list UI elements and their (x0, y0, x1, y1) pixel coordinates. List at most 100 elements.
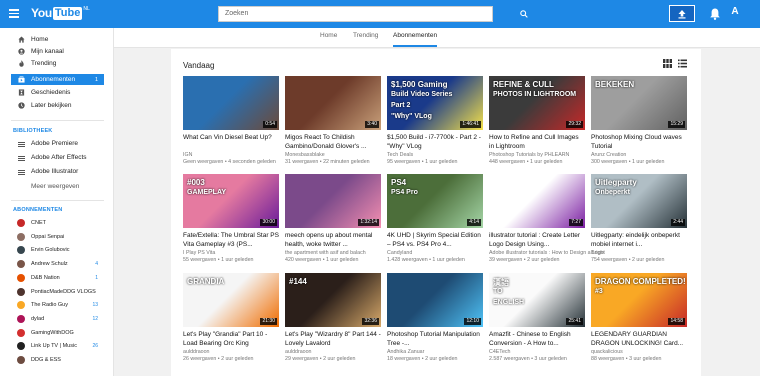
video-thumbnail[interactable]: #003 GAMEPLAY 30:00 (183, 174, 279, 228)
sidebar-item-watch-later[interactable]: Later bekijken (0, 100, 104, 111)
subscription-label: D&B Nation (31, 274, 60, 281)
video-thumbnail[interactable]: 0:54 (183, 76, 279, 130)
video-card[interactable]: BEKEKEN 15:29 Photoshop Mixing Cloud waves… (591, 76, 687, 176)
video-thumbnail[interactable]: 漢語 TO ENGLISH 25:41 (489, 273, 585, 327)
video-title[interactable]: 4K UHD | Skyrim Special Edition – PS4 vs… (387, 232, 483, 249)
upload-button[interactable] (669, 5, 695, 22)
video-channel[interactable]: Monesbassblake (285, 152, 325, 158)
video-channel[interactable]: IGN (183, 152, 192, 158)
video-card[interactable]: PS4 PS4 Pro 4:14 4K UHD | Skyrim Special Ed… (387, 174, 483, 274)
sidebar-item-trending[interactable]: Trending (0, 58, 104, 69)
video-thumbnail[interactable]: $1,500 Gaming Build Video Series Part 2 "Wh… (387, 76, 483, 130)
menu-icon[interactable] (9, 9, 19, 18)
video-title[interactable]: illustrator tutorial : Create Letter Log… (489, 232, 585, 249)
sidebar-item-my-channel[interactable]: Mijn kanaal (0, 46, 104, 57)
video-card[interactable]: 7:27 illustrator tutorial : Create Letter… (489, 174, 604, 274)
subscription-item[interactable]: dylad 12 (11, 314, 104, 325)
subscription-item[interactable]: DDG & ESS (11, 355, 104, 366)
account-avatar[interactable]: A (729, 6, 741, 20)
video-title[interactable]: Let's Play "Grandia" Part 10 - Load Bear… (183, 331, 279, 348)
subscription-item[interactable]: Andrew Schulz 4 (11, 259, 104, 270)
tab-subscriptions[interactable]: Abonnementen (393, 32, 438, 47)
search-button[interactable] (494, 6, 554, 22)
video-thumbnail[interactable]: GRANDIA 21:30 (183, 273, 279, 327)
subscription-item[interactable]: GamingWithDOG (11, 328, 104, 339)
video-card[interactable]: GRANDIA 21:30 Let's Play "Grandia" Part 10… (183, 273, 279, 373)
video-title[interactable]: meech opens up about mental health, woke… (285, 232, 381, 249)
grid-view-icon[interactable] (663, 59, 672, 68)
video-thumbnail[interactable]: REFINE & CULL PHOTOS IN LIGHTROOM 29:32 (489, 76, 585, 130)
video-channel[interactable]: Arunz Creation (591, 152, 626, 158)
show-more-link[interactable]: Meer weergeven (31, 183, 79, 190)
sidebar-item-home[interactable]: Home (0, 34, 104, 45)
video-card[interactable]: Uitlegparty Onbeperkt 2:44 Uitlegparty: ein… (591, 174, 687, 274)
video-title[interactable]: Photoshop Mixing Cloud waves Tutorial (591, 134, 687, 151)
video-channel[interactable]: Adobe illustrator tutorials : How to Des… (489, 250, 604, 256)
subscription-label: GamingWithDOG (31, 329, 74, 336)
video-meta: 29 weergaven • 2 uur geleden (285, 356, 356, 362)
video-title[interactable]: Amazfit - Chinese to English Conversion … (489, 331, 585, 348)
subscription-item[interactable]: The Radio Guy 13 (11, 300, 104, 311)
video-channel[interactable]: Candyland (387, 250, 412, 256)
video-title[interactable]: How to Refine and Cull Images in Lightro… (489, 134, 585, 151)
library-item[interactable]: Adobe After Effects (11, 153, 104, 164)
video-title[interactable]: Photoshop Tutorial Manipulation Tree -..… (387, 331, 483, 348)
video-thumbnail[interactable]: 1:32:14 (285, 174, 381, 228)
video-title[interactable]: Fate/Extella: The Umbral Star PS Vita Ga… (183, 232, 279, 249)
sidebar-item-subscriptions[interactable]: Abonnementen 1 (11, 74, 104, 85)
video-title[interactable]: What Can Vin Diesel Beat Up? (183, 134, 279, 151)
subscription-item[interactable]: Link Up TV | Music 26 (11, 341, 104, 352)
subscription-item[interactable]: CNET (11, 218, 104, 229)
video-duration: 2:44 (671, 219, 685, 226)
video-channel[interactable]: quackalicious (591, 349, 623, 355)
subscription-item[interactable]: D&B Nation 1 (11, 273, 104, 284)
video-title[interactable]: Let's Play "Wizardry 8" Part 144 - Lovel… (285, 331, 381, 348)
video-channel[interactable]: aulddraoon (285, 349, 312, 355)
video-channel[interactable]: C4ETech (489, 349, 511, 355)
library-item[interactable]: Adobe Premiere (11, 139, 104, 150)
video-thumbnail[interactable]: DRAGON COMPLETED! #3 14:58 (591, 273, 687, 327)
video-title[interactable]: LEGENDARY GUARDIAN DRAGON UNLOCKING! Car… (591, 331, 687, 348)
youtube-logo[interactable]: You Tube NL (31, 6, 90, 20)
video-title[interactable]: Uitlegparty: eindelijk onbeperkt mobiel … (591, 232, 687, 249)
video-card[interactable]: #003 GAMEPLAY 30:00 Fate/Extella: The Umbra… (183, 174, 279, 274)
library-item[interactable]: Adobe Illustrator (11, 167, 104, 178)
video-thumbnail[interactable]: 12:10 (387, 273, 483, 327)
video-channel[interactable]: Andhika Zanuar (387, 349, 424, 355)
video-card[interactable]: #144 32:36 Let's Play "Wizardry 8" Part 14… (285, 273, 381, 373)
video-thumbnail[interactable]: 3:40 (285, 76, 381, 130)
video-card[interactable]: $1,500 Gaming Build Video Series Part 2 "Wh… (387, 76, 483, 176)
video-thumbnail[interactable]: #144 32:36 (285, 273, 381, 327)
video-thumbnail[interactable]: Uitlegparty Onbeperkt 2:44 (591, 174, 687, 228)
video-channel[interactable]: Photoshop Tutorials by PHLEARN (489, 152, 569, 158)
video-channel[interactable]: the apartment with asif and balach (285, 250, 366, 256)
video-title[interactable]: $1,500 Build - i7-7700k - Part 2 - "Why"… (387, 134, 483, 151)
video-channel[interactable]: I Play PS Vita (183, 250, 215, 256)
subscription-item[interactable]: Oppai Senpai (11, 232, 104, 243)
video-duration: 25:41 (566, 318, 583, 325)
video-channel[interactable]: Tech Deals (387, 152, 413, 158)
video-card[interactable]: REFINE & CULL PHOTOS IN LIGHTROOM 29:32 How… (489, 76, 585, 176)
search-input[interactable]: Zoeken (218, 6, 493, 22)
video-thumbnail[interactable]: BEKEKEN 15:29 (591, 76, 687, 130)
video-card[interactable]: 漢語 TO ENGLISH 25:41 Amazfit - Chinese to Eng… (489, 273, 585, 373)
tab-home[interactable]: Home (320, 32, 337, 47)
list-view-icon[interactable] (678, 59, 687, 68)
video-channel[interactable]: Bright (591, 250, 605, 256)
video-card[interactable]: 12:10 Photoshop Tutorial Manipulation Tre… (387, 273, 483, 373)
sidebar-item-history[interactable]: Geschiedenis (0, 87, 104, 98)
video-thumbnail[interactable]: PS4 PS4 Pro 4:14 (387, 174, 483, 228)
video-title[interactable]: Migos React To Childish Gambino/Donald G… (285, 134, 381, 151)
notifications-button[interactable] (709, 7, 721, 21)
video-thumbnail[interactable]: 7:27 (489, 174, 585, 228)
subscription-item[interactable]: PontiacMadeDDG VLOGS (11, 287, 104, 298)
video-meta: 88 weergaven • 3 uur geleden (591, 356, 662, 362)
video-card[interactable]: DRAGON COMPLETED! #3 14:58 LEGENDARY GUARDI… (591, 273, 687, 373)
video-card[interactable]: 0:54 What Can Vin Diesel Beat Up? IGN Geen … (183, 76, 279, 176)
video-card[interactable]: 1:32:14 meech opens up about mental healt… (285, 174, 381, 274)
video-channel[interactable]: aulddraoon (183, 349, 210, 355)
video-card[interactable]: 3:40 Migos React To Childish Gambino/Dona… (285, 76, 381, 176)
subscription-item[interactable]: Ervin Golubovic (11, 245, 104, 256)
bell-icon (710, 8, 720, 20)
tab-trending[interactable]: Trending (353, 32, 378, 47)
